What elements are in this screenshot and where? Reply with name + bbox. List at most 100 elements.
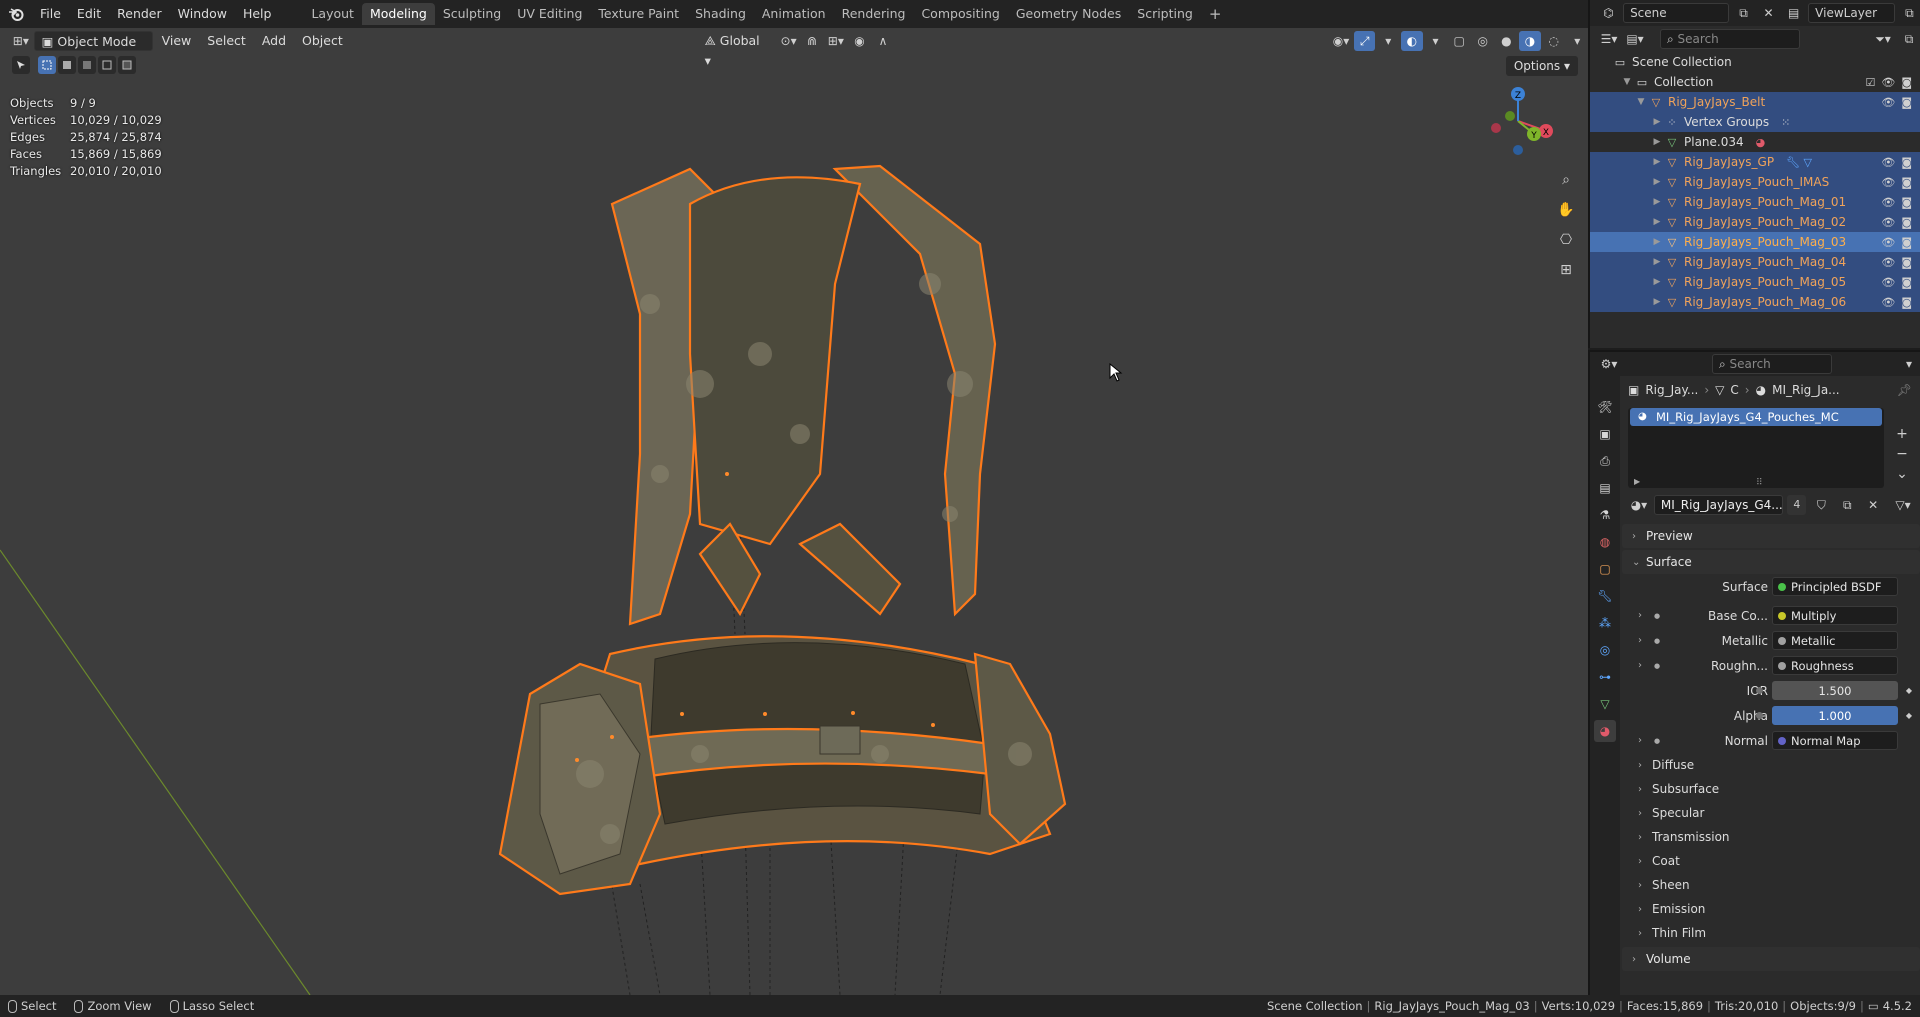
display-mode-icon[interactable]: ▤▾: [1624, 29, 1646, 49]
pivot-point-icon[interactable]: ⊙▾: [778, 31, 800, 51]
camera-view-icon[interactable]: ⎔: [1554, 228, 1578, 252]
chevron-right-icon[interactable]: ›: [1638, 735, 1642, 746]
pin-icon[interactable]: 📌︎: [1897, 383, 1912, 397]
subpanel-coat[interactable]: › Coat: [1622, 849, 1920, 873]
fake-user-shield-icon[interactable]: ⛉: [1810, 495, 1832, 515]
xray-icon[interactable]: ▢: [1448, 31, 1470, 51]
subpanel-transmission[interactable]: › Transmission: [1622, 825, 1920, 849]
workspace-tab-modeling[interactable]: Modeling: [361, 3, 435, 25]
select-invert-icon[interactable]: [98, 56, 116, 74]
outliner-item-active[interactable]: ▶ ▽ Rig_JayJays_Pouch_Mag_03 👁 ◙: [1590, 232, 1920, 252]
surface-shader-field[interactable]: Principled BSDF: [1772, 577, 1898, 596]
options-dropdown[interactable]: Options ▾: [1505, 56, 1578, 76]
chevron-right-icon[interactable]: ▶: [1650, 117, 1664, 127]
overlays-dropdown-icon[interactable]: ▾: [1425, 31, 1447, 51]
material-slot-item[interactable]: ◕ MI_Rig_JayJays_G4_Pouches_MC: [1630, 408, 1882, 426]
scene-selector[interactable]: Scene: [1623, 3, 1729, 23]
subpanel-subsurface[interactable]: › Subsurface: [1622, 777, 1920, 801]
chevron-right-icon[interactable]: ▶: [1650, 277, 1664, 287]
data-tab-icon[interactable]: ▽: [1594, 693, 1616, 715]
chevron-right-icon[interactable]: ▶: [1650, 297, 1664, 307]
render-camera-icon[interactable]: ◙: [1901, 96, 1912, 109]
outliner-editor-type-icon[interactable]: ☰▾: [1598, 29, 1620, 49]
3d-viewport[interactable]: ⊞▾ ▣ Object Mode ▾ View Select Add Objec…: [0, 28, 1588, 995]
eye-icon[interactable]: 👁: [1881, 256, 1895, 269]
keyframe-dot-icon[interactable]: ◆: [1906, 711, 1912, 720]
subpanel-sheen[interactable]: › Sheen: [1622, 873, 1920, 897]
pan-hand-icon[interactable]: ✋: [1554, 198, 1578, 222]
material-name-field[interactable]: MI_Rig_JayJays_G4...: [1653, 495, 1784, 515]
eye-icon[interactable]: 👁: [1881, 156, 1895, 169]
viewport-menu-object[interactable]: Object: [295, 31, 350, 51]
properties-search-input[interactable]: ⌕ Search: [1712, 354, 1832, 374]
outliner-item[interactable]: ▶ ▽ Rig_JayJays_GP 🔧︎ ▽ 👁 ◙: [1590, 152, 1920, 172]
chevron-right-icon[interactable]: ›: [1638, 610, 1642, 621]
editor-type-icon[interactable]: ⊞▾: [10, 31, 32, 51]
resize-handle-icon[interactable]: ⠿: [1756, 478, 1763, 488]
menu-file[interactable]: File: [32, 3, 69, 25]
outliner-search-input[interactable]: ⌕ Search: [1660, 29, 1800, 49]
outliner-item[interactable]: ▶ ▽ Rig_JayJays_Pouch_Mag_04 👁 ◙: [1590, 252, 1920, 272]
world-tab-icon[interactable]: ◍: [1594, 531, 1616, 553]
workspace-tab-compositing[interactable]: Compositing: [913, 3, 1007, 25]
solid-shading-icon[interactable]: ●: [1496, 31, 1518, 51]
workspace-tab-uv-editing[interactable]: UV Editing: [509, 3, 590, 25]
render-camera-icon[interactable]: ◙: [1901, 216, 1912, 229]
outliner-scene-collection[interactable]: ▭ Scene Collection: [1590, 52, 1920, 72]
menu-window[interactable]: Window: [170, 3, 235, 25]
subpanel-specular[interactable]: › Specular: [1622, 801, 1920, 825]
subpanel-diffuse[interactable]: › Diffuse: [1622, 753, 1920, 777]
workspace-tab-shading[interactable]: Shading: [687, 3, 754, 25]
chevron-right-icon[interactable]: ▶: [1650, 157, 1664, 167]
chevron-right-icon[interactable]: ▶: [1650, 257, 1664, 267]
eye-icon[interactable]: 👁: [1881, 76, 1895, 89]
render-camera-icon[interactable]: ◙: [1901, 76, 1912, 89]
alpha-slider[interactable]: 1.000: [1772, 706, 1898, 725]
panel-preview[interactable]: › Preview: [1622, 524, 1920, 548]
delete-scene-icon[interactable]: ✕: [1758, 3, 1779, 23]
workspace-tab-animation[interactable]: Animation: [754, 3, 834, 25]
render-tab-icon[interactable]: ▣: [1594, 423, 1616, 445]
filter-icon[interactable]: ⏷▾: [1872, 29, 1894, 49]
menu-help[interactable]: Help: [235, 3, 280, 25]
gizmo-toggle-icon[interactable]: ⤢: [1353, 31, 1376, 51]
select-subtract-icon[interactable]: [78, 56, 96, 74]
viewport-menu-view[interactable]: View: [155, 31, 199, 51]
properties-editor-type-icon[interactable]: ⚙▾: [1598, 354, 1620, 374]
eye-icon[interactable]: 👁: [1881, 196, 1895, 209]
outliner-item[interactable]: ▶ ▽ Rig_JayJays_Pouch_Mag_01 👁 ◙: [1590, 192, 1920, 212]
normal-link-field[interactable]: Normal Map: [1772, 731, 1898, 750]
visibility-icon[interactable]: ◉▾: [1330, 31, 1352, 51]
render-camera-icon[interactable]: ◙: [1901, 256, 1912, 269]
new-collection-icon[interactable]: ⧉: [1898, 29, 1920, 49]
outliner-item[interactable]: ▶ ▽ Rig_JayJays_Pouch_Mag_02 👁 ◙: [1590, 212, 1920, 232]
slot-specials-icon[interactable]: ⌄: [1896, 466, 1908, 482]
navigation-gizmo[interactable]: X Y Z: [1488, 86, 1558, 156]
panel-surface[interactable]: ⌄ Surface: [1622, 550, 1920, 574]
render-camera-icon[interactable]: ◙: [1901, 176, 1912, 189]
falloff-icon[interactable]: ∧: [872, 31, 894, 51]
particles-tab-icon[interactable]: ⁂: [1594, 612, 1616, 634]
view-layer-icon[interactable]: ▤: [1783, 3, 1804, 23]
view-layer-selector[interactable]: ViewLayer: [1808, 3, 1895, 23]
viewport-menu-select[interactable]: Select: [200, 31, 253, 51]
chevron-right-icon[interactable]: ▶: [1650, 217, 1664, 227]
view-layer-tab-icon[interactable]: ▤: [1594, 477, 1616, 499]
ior-number-field[interactable]: 1.500: [1772, 681, 1898, 700]
outliner-item[interactable]: ▶ ▽ Rig_JayJays_Pouch_IMAS 👁 ◙: [1590, 172, 1920, 192]
scene-icon[interactable]: ⌬: [1598, 3, 1619, 23]
gizmo-dropdown-icon[interactable]: ▾: [1377, 31, 1399, 51]
remove-slot-icon[interactable]: −: [1896, 446, 1908, 462]
chevron-right-icon[interactable]: ›: [1638, 635, 1642, 646]
eye-icon[interactable]: 👁: [1881, 236, 1895, 249]
select-intersect-icon[interactable]: [118, 56, 136, 74]
object-tab-icon[interactable]: ▢: [1594, 558, 1616, 580]
outliner-item[interactable]: ▶ ⁘ Vertex Groups ⁙: [1590, 112, 1920, 132]
render-camera-icon[interactable]: ◙: [1901, 236, 1912, 249]
mode-dropdown[interactable]: ▣ Object Mode ▾: [33, 31, 153, 69]
select-tool-icon[interactable]: [12, 56, 30, 74]
chevron-down-icon[interactable]: ▼: [1620, 77, 1634, 87]
chevron-right-icon[interactable]: ▶: [1650, 237, 1664, 247]
filter-link-icon[interactable]: ▽▾: [1892, 495, 1914, 515]
shading-dropdown-icon[interactable]: ▾: [1566, 31, 1588, 51]
